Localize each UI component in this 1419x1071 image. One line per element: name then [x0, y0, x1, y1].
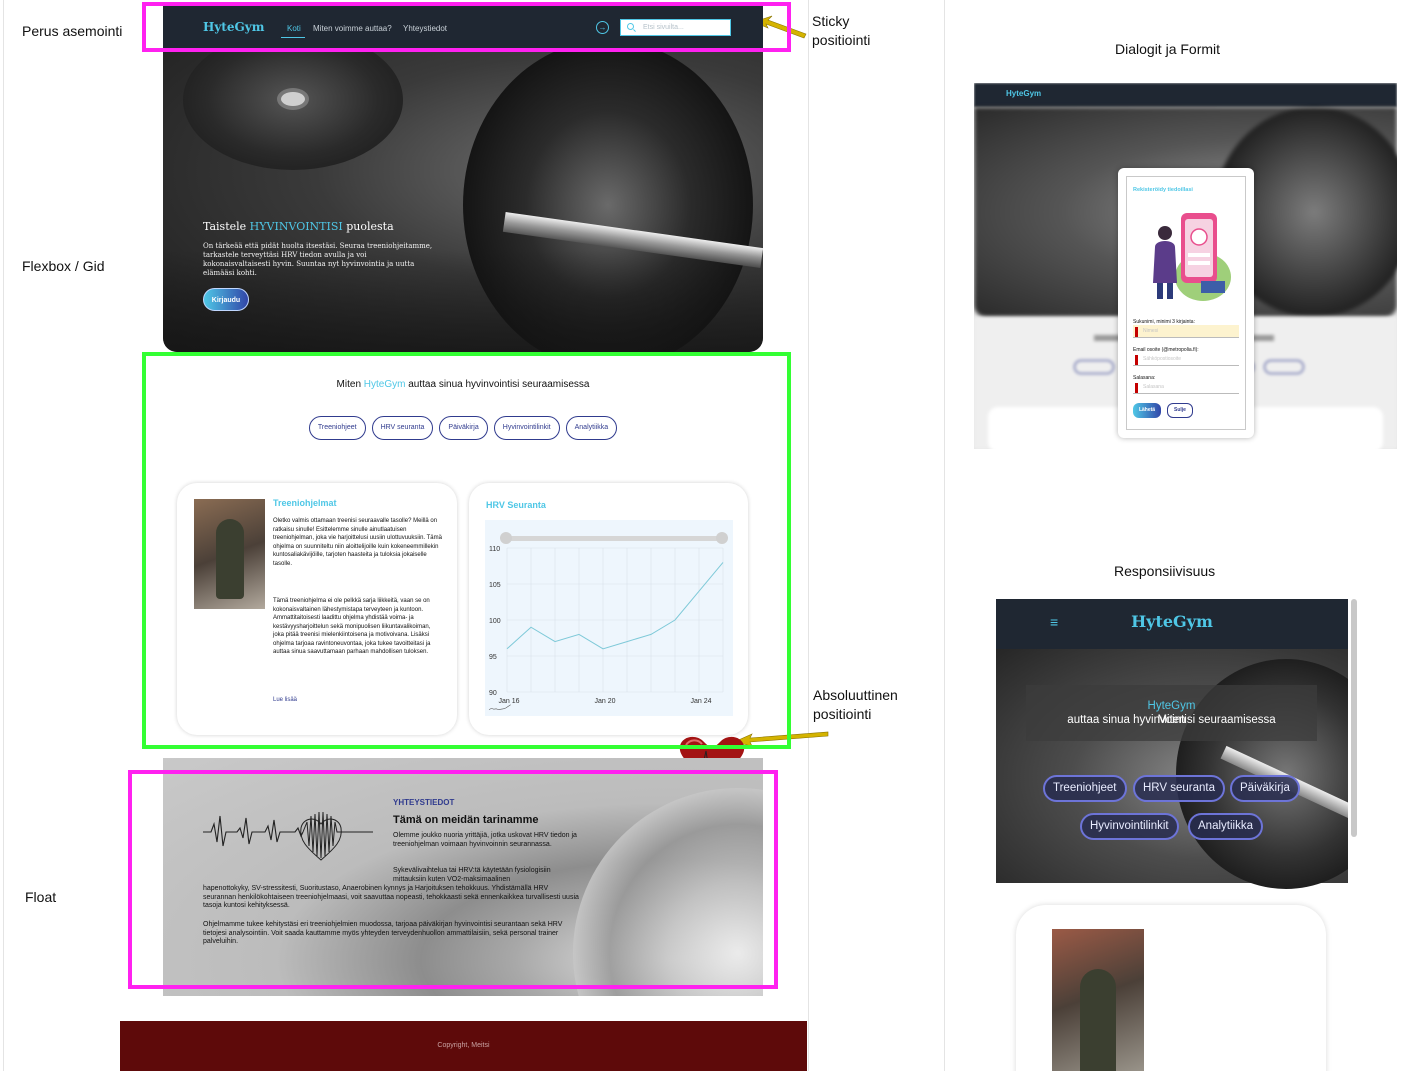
annotation-flexbox-grid: Flexbox / Gid: [22, 258, 105, 274]
password-field[interactable]: Salasana: [1133, 381, 1239, 394]
mobile-title: Miten HyteGym auttaa sinua hyvinvointisi…: [1067, 700, 1276, 726]
mobile-pill-diary[interactable]: Päiväkirja: [1230, 775, 1300, 802]
lastname-field[interactable]: Nimesi: [1133, 325, 1239, 338]
mobile-navbar: ≡ HyteGym: [996, 599, 1348, 649]
annotation-responsive: Responsiivisuus: [1114, 563, 1216, 579]
mobile-pill-training[interactable]: Treeniohjeet: [1043, 775, 1127, 802]
dialog-preview-logo: HyteGym: [1006, 89, 1042, 98]
mobile-training-card: [1016, 905, 1326, 1071]
submit-button[interactable]: Lähetä: [1133, 403, 1161, 418]
annotation-absolute: Absoluuttinen positiointi: [813, 687, 898, 722]
mobile-pill-analytics[interactable]: Analytiikka: [1188, 813, 1263, 840]
annotation-dialogs-forms: Dialogit ja Formit: [1115, 41, 1221, 57]
mobile-pill-hrv[interactable]: HRV seuranta: [1133, 775, 1226, 802]
footer: Copyright, Meitsi: [120, 1021, 807, 1071]
responsive-preview-screenshot: ≡ HyteGym Miten HyteGym auttaa sinua hyv…: [996, 599, 1348, 1071]
footer-copyright: Copyright, Meitsi: [437, 1042, 490, 1049]
annotation-sticky: Sticky positiointi: [812, 13, 871, 48]
annotation-float: Float: [25, 889, 57, 905]
hero-title: Taistele HYVINVOINTISI puolesta: [203, 220, 394, 233]
register-dialog: Rekisteröidy tiedoillasi Sukunimi, minim…: [1118, 168, 1254, 438]
mobile-training-photo: [1052, 929, 1144, 1071]
close-dialog-button[interactable]: Sulje: [1167, 403, 1193, 418]
register-illustration-icon: [1153, 213, 1231, 301]
mobile-pill-wellness-links[interactable]: Hyvinvointilinkit: [1080, 813, 1179, 840]
hero-text: On tärkeää että pidät huolta itsestäsi. …: [203, 242, 433, 277]
responsive-scrollbar[interactable]: [1351, 599, 1357, 837]
mobile-logo[interactable]: HyteGym: [996, 612, 1348, 631]
mobile-title-box: Miten HyteGym auttaa sinua hyvinvointisi…: [1026, 685, 1317, 741]
login-button[interactable]: Kirjaudu: [203, 288, 249, 311]
frame-border-mid: [808, 0, 809, 1071]
annotation-box-sticky: [142, 2, 791, 52]
annotation-box-flexbox: [142, 352, 791, 749]
annotation-box-float: [128, 770, 778, 989]
hero-weight-plate-small: [183, 50, 403, 170]
frame-border-left: [3, 0, 4, 1071]
frame-border-right: [944, 0, 945, 1071]
email-field[interactable]: Sähköpostiosoite: [1133, 353, 1239, 366]
annotation-basic-positioning: Perus asemointi: [22, 23, 123, 39]
register-dialog-title: Rekisteröidy tiedoillasi: [1133, 187, 1193, 193]
hero-section: Taistele HYVINVOINTISI puolesta On tärke…: [163, 50, 763, 352]
